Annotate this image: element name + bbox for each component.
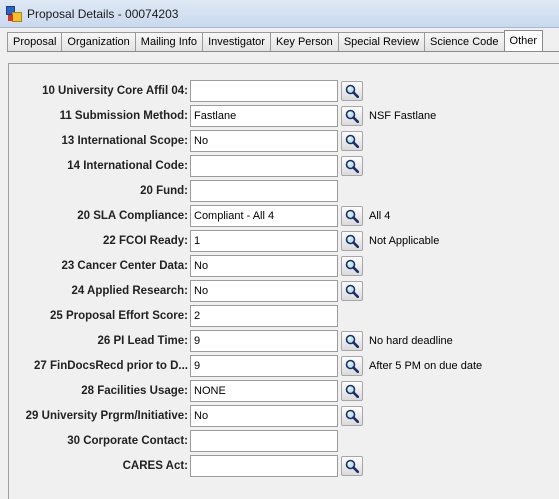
lookup-button[interactable] <box>341 356 363 376</box>
magnifier-icon <box>345 84 359 98</box>
field-description: After 5 PM on due date <box>369 360 483 372</box>
lookup-button[interactable] <box>341 206 363 226</box>
magnifier-icon <box>345 284 359 298</box>
other-fields-panel: 10 University Core Affil 04: 11 Submissio… <box>8 63 559 499</box>
field-label: 29 University Prgrm/Initiative: <box>25 410 188 422</box>
field-label: 25 Proposal Effort Score: <box>49 310 188 322</box>
field-row: 25 Proposal Effort Score: 2 <box>9 305 559 327</box>
magnifier-icon <box>345 259 359 273</box>
field-label: 30 Corporate Contact: <box>67 435 188 447</box>
field-input[interactable] <box>190 155 338 177</box>
field-input[interactable]: Fastlane <box>190 105 338 127</box>
magnifier-icon <box>345 209 359 223</box>
app-icon <box>6 5 22 22</box>
field-label: 26 PI Lead Time: <box>97 335 188 347</box>
field-row: 24 Applied Research: No <box>9 280 559 302</box>
field-input[interactable]: No <box>190 130 338 152</box>
lookup-button[interactable] <box>341 131 363 151</box>
field-input[interactable] <box>190 430 338 452</box>
lookup-button[interactable] <box>341 81 363 101</box>
lookup-button[interactable] <box>341 156 363 176</box>
field-row: 13 International Scope: No <box>9 130 559 152</box>
magnifier-icon <box>345 459 359 473</box>
field-input[interactable]: 1 <box>190 230 338 252</box>
lookup-button[interactable] <box>341 231 363 251</box>
field-label: 10 University Core Affil 04: <box>42 85 188 97</box>
field-description: Not Applicable <box>369 235 440 247</box>
field-input[interactable]: No <box>190 280 338 302</box>
field-input[interactable]: 2 <box>190 305 338 327</box>
magnifier-icon <box>345 409 359 423</box>
lookup-button[interactable] <box>341 281 363 301</box>
field-row: 29 University Prgrm/Initiative: No <box>9 405 559 427</box>
tab-other[interactable]: Other <box>503 30 544 51</box>
field-row: 26 PI Lead Time: 9 No hard deadline <box>9 330 559 352</box>
field-row: 11 Submission Method: Fastlane NSF Fastlan… <box>9 105 559 127</box>
field-label: 23 Cancer Center Data: <box>61 260 188 272</box>
magnifier-icon <box>345 384 359 398</box>
field-row: 30 Corporate Contact: <box>9 430 559 452</box>
tab-mailing-info[interactable]: Mailing Info <box>134 32 204 51</box>
magnifier-icon <box>345 159 359 173</box>
magnifier-icon <box>345 134 359 148</box>
field-input[interactable] <box>190 180 338 202</box>
tab-investigator[interactable]: Investigator <box>202 32 271 51</box>
lookup-button[interactable] <box>341 406 363 426</box>
field-input[interactable] <box>190 80 338 102</box>
field-label: 20 SLA Compliance: <box>77 210 188 222</box>
field-row: 20 SLA Compliance: Compliant - All 4 All 4 <box>9 205 559 227</box>
magnifier-icon <box>345 109 359 123</box>
field-label: 28 Facilities Usage: <box>81 385 188 397</box>
tab-strip: Proposal Organization Mailing Info Inves… <box>7 30 544 51</box>
tab-science-code[interactable]: Science Code <box>424 32 505 51</box>
title-bar: Proposal Details - 00074203 <box>0 0 559 28</box>
field-description: NSF Fastlane <box>369 110 437 122</box>
field-row: 10 University Core Affil 04: <box>9 80 559 102</box>
field-description: No hard deadline <box>369 335 453 347</box>
field-label: CARES Act: <box>122 460 188 472</box>
field-input[interactable]: No <box>190 405 338 427</box>
field-row: CARES Act: <box>9 455 559 477</box>
lookup-button[interactable] <box>341 381 363 401</box>
field-row: 14 International Code: <box>9 155 559 177</box>
lookup-button[interactable] <box>341 456 363 476</box>
field-row: 20 Fund: <box>9 180 559 202</box>
field-input[interactable]: Compliant - All 4 <box>190 205 338 227</box>
field-input[interactable]: NONE <box>190 380 338 402</box>
field-label: 13 International Scope: <box>61 135 188 147</box>
lookup-button[interactable] <box>341 106 363 126</box>
window-title: Proposal Details - 00074203 <box>27 6 179 21</box>
field-label: 24 Applied Research: <box>71 285 188 297</box>
field-input[interactable]: 9 <box>190 330 338 352</box>
field-description: All 4 <box>369 210 391 222</box>
field-row: 23 Cancer Center Data: No <box>9 255 559 277</box>
lookup-button[interactable] <box>341 331 363 351</box>
tab-special-review[interactable]: Special Review <box>337 32 426 51</box>
lookup-button[interactable] <box>341 256 363 276</box>
field-row: 22 FCOI Ready: 1 Not Applicable <box>9 230 559 252</box>
magnifier-icon <box>345 334 359 348</box>
field-input[interactable] <box>190 455 338 477</box>
magnifier-icon <box>345 234 359 248</box>
field-label: 14 International Code: <box>67 160 188 172</box>
field-input[interactable]: 9 <box>190 355 338 377</box>
field-label: 11 Submission Method: <box>59 110 188 122</box>
magnifier-icon <box>345 359 359 373</box>
field-row: 28 Facilities Usage: NONE <box>9 380 559 402</box>
tab-key-person[interactable]: Key Person <box>269 32 339 51</box>
tab-divider <box>7 51 559 52</box>
field-label: 20 Fund: <box>140 185 188 197</box>
tab-organization[interactable]: Organization <box>61 32 136 51</box>
field-label: 27 FinDocsRecd prior to D... <box>34 360 188 372</box>
tab-proposal[interactable]: Proposal <box>7 32 63 51</box>
field-row: 27 FinDocsRecd prior to D... 9 After 5 PM … <box>9 355 559 377</box>
field-input[interactable]: No <box>190 255 338 277</box>
field-label: 22 FCOI Ready: <box>103 235 188 247</box>
